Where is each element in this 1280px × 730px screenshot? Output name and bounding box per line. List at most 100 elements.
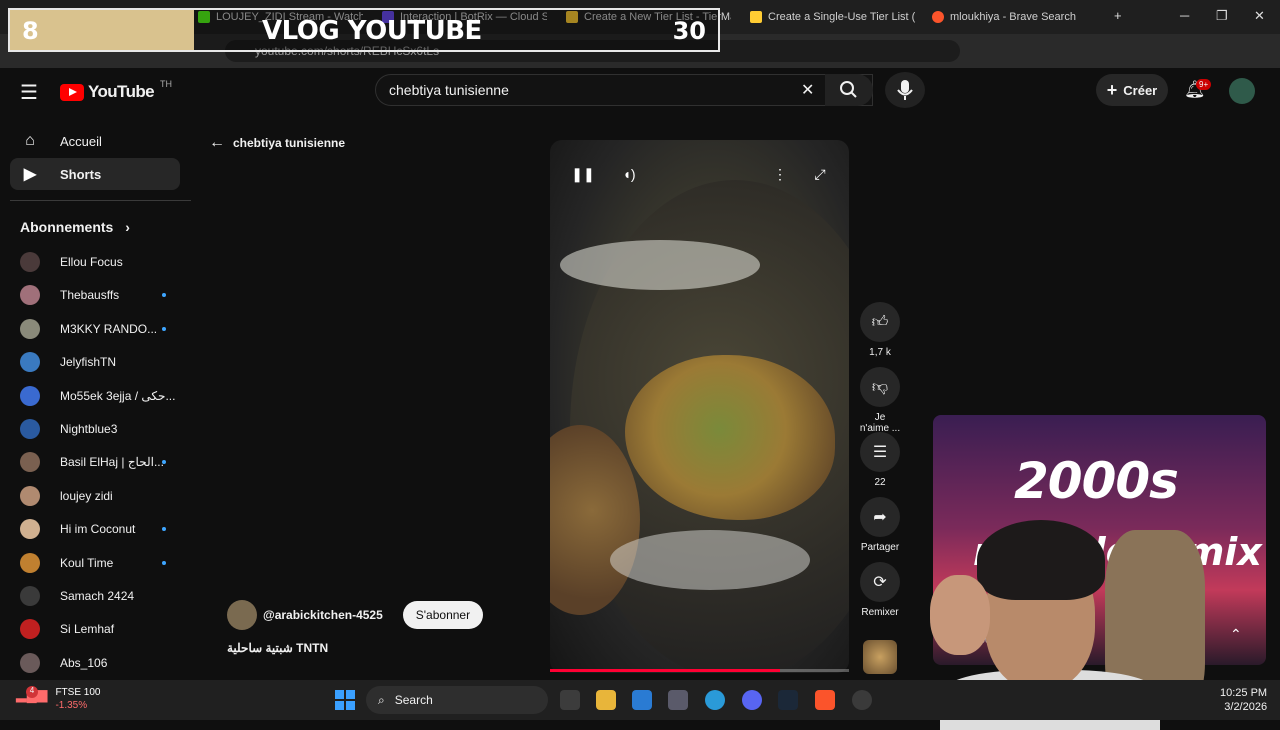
new-tab-icon[interactable]: + [1114, 8, 1122, 23]
subscription-item[interactable]: Abs_106 [20, 652, 180, 674]
subscription-item[interactable]: Basil ElHaj | الحاج... [20, 451, 180, 473]
windows-start-icon[interactable] [335, 690, 355, 710]
subscription-item[interactable]: Nightblue3 [20, 418, 180, 440]
youtube-logo[interactable]: YouTube TH [60, 79, 172, 102]
brave-search-icon [932, 11, 944, 23]
channel-avatar [20, 252, 40, 272]
overlay-left-number: 8 [22, 17, 39, 45]
comments-button[interactable]: ☰ 22 [859, 432, 901, 488]
pause-icon[interactable]: ❚❚ [571, 162, 595, 186]
microphone-icon [897, 80, 913, 100]
video-frame-foam [560, 240, 760, 290]
subscription-item[interactable]: Si Lemhaf [20, 618, 180, 640]
stream-overlay-banner: 8 VLOG YOUTUBE 30 [8, 8, 720, 52]
comment-icon: ☰ [860, 432, 900, 472]
app-icon[interactable] [668, 690, 688, 710]
like-button[interactable]: 👍︎ 1,7 k [859, 302, 901, 358]
voice-search-button[interactable] [885, 72, 925, 108]
short-video-player[interactable] [550, 140, 849, 673]
obs-icon[interactable] [852, 690, 872, 710]
file-explorer-icon[interactable] [596, 690, 616, 710]
volume-icon[interactable]: ◖) [617, 162, 641, 186]
subscription-name: loujey zidi [60, 488, 113, 503]
channel-avatar [20, 652, 40, 673]
subscription-item[interactable]: JelyfishTN [20, 351, 180, 373]
webcam-person-hand [930, 575, 990, 655]
discord-icon[interactable] [742, 690, 762, 710]
video-progress-bar[interactable] [550, 669, 849, 672]
channel-name[interactable]: @arabickitchen-4525 [263, 608, 383, 622]
subscription-item[interactable]: M3KKY RANDO... [20, 318, 180, 340]
sidebar-item-shorts[interactable]: ▶ Shorts [10, 158, 180, 190]
ticker-change: -1.35% [55, 700, 88, 711]
mini-player-title: 2000s [1014, 452, 1179, 510]
brave-icon[interactable] [815, 690, 835, 710]
maximize-icon[interactable]: ❐ [1216, 8, 1228, 24]
sidebar-item-accueil[interactable]: ⌂ Accueil [10, 125, 180, 157]
subscription-item[interactable]: Samach 2424 [20, 585, 180, 607]
subscription-item[interactable]: Ellou Focus [20, 251, 180, 273]
more-options-icon[interactable]: ⋮ [768, 162, 792, 186]
steam-icon[interactable] [778, 690, 798, 710]
notification-badge: 9+ [1196, 79, 1212, 90]
search-input[interactable]: chebtiya tunisienne [389, 82, 509, 98]
create-button[interactable]: + Créer [1096, 74, 1168, 106]
subscription-name: Koul Time [60, 555, 114, 570]
channel-avatar [20, 552, 40, 573]
subscription-name: Nightblue3 [60, 422, 118, 436]
logo-text: YouTube [88, 82, 155, 101]
channel-avatar [20, 318, 40, 339]
task-view-icon[interactable] [560, 690, 580, 710]
store-icon[interactable] [632, 690, 652, 710]
minimize-icon[interactable]: ─ [1180, 8, 1189, 23]
clock-time: 10:25 PM [1220, 687, 1268, 699]
home-icon: ⌂ [25, 132, 35, 149]
back-arrow-icon[interactable]: ← [209, 134, 225, 152]
channel-avatar[interactable] [227, 600, 257, 630]
youtube-play-icon [60, 83, 84, 101]
chevron-up-icon[interactable]: ⌃ [1230, 626, 1242, 643]
new-content-dot [162, 326, 166, 331]
short-description[interactable]: شبتية ساحلية TNTN [227, 641, 328, 655]
browser-tab[interactable]: mloukhiya - Brave Search [932, 6, 1097, 28]
browser-tab[interactable]: Create a Single-Use Tier List (Pr [750, 6, 915, 28]
chevron-right-icon: › [125, 219, 130, 235]
avatar[interactable] [1229, 78, 1255, 104]
subscription-name: Si Lemhaf [60, 622, 115, 637]
search-icon: ⌕ [378, 692, 385, 707]
subscription-name: Ellou Focus [60, 255, 123, 269]
subscription-item[interactable]: Thebausffs [20, 284, 180, 306]
subscription-item[interactable]: Koul Time [20, 552, 180, 574]
channel-avatar [20, 519, 40, 540]
thumbs-down-icon: 👎︎ [860, 367, 900, 407]
subscriptions-heading[interactable]: Abonnements › [20, 219, 130, 235]
subscription-name: Samach 2424 [60, 589, 135, 603]
channel-avatar [20, 419, 40, 439]
new-content-dot [162, 293, 166, 298]
tiermaker-icon [750, 11, 762, 23]
system-clock[interactable]: 10:25 PM 3/2/2026 [1220, 686, 1267, 714]
plus-icon: + [1106, 79, 1118, 100]
subscription-item[interactable]: Mo55ek 3ejja / حكى... [20, 385, 180, 407]
subscription-item[interactable]: Hi im Coconut [20, 518, 180, 540]
video-progress-fill [550, 669, 781, 672]
search-icon [840, 81, 857, 98]
close-window-icon[interactable]: ✕ [1254, 8, 1265, 24]
subscription-item[interactable]: loujey zidi [20, 485, 180, 507]
edge-icon[interactable] [705, 690, 725, 710]
widget-badge: 4 [26, 686, 38, 698]
thumbs-up-icon: 👍︎ [860, 302, 900, 342]
clear-search-icon[interactable]: ✕ [801, 80, 814, 100]
shorts-search-header: ← chebtiya tunisienne [209, 134, 345, 152]
query-title: chebtiya tunisienne [233, 136, 346, 150]
menu-icon[interactable]: ☰ [20, 80, 38, 105]
overlay-right-number: 30 [672, 17, 706, 45]
taskbar-search[interactable]: ⌕ Search [366, 686, 548, 714]
channel-avatar [20, 285, 40, 306]
search-button[interactable] [825, 74, 873, 106]
fullscreen-icon[interactable]: ⤢ [808, 162, 832, 186]
subscribe-button[interactable]: S'abonner [402, 601, 484, 629]
webcam-person-hair [977, 520, 1105, 600]
new-content-dot [162, 527, 166, 532]
dislike-button[interactable]: 👎︎ Je n'aime ... [859, 367, 901, 434]
